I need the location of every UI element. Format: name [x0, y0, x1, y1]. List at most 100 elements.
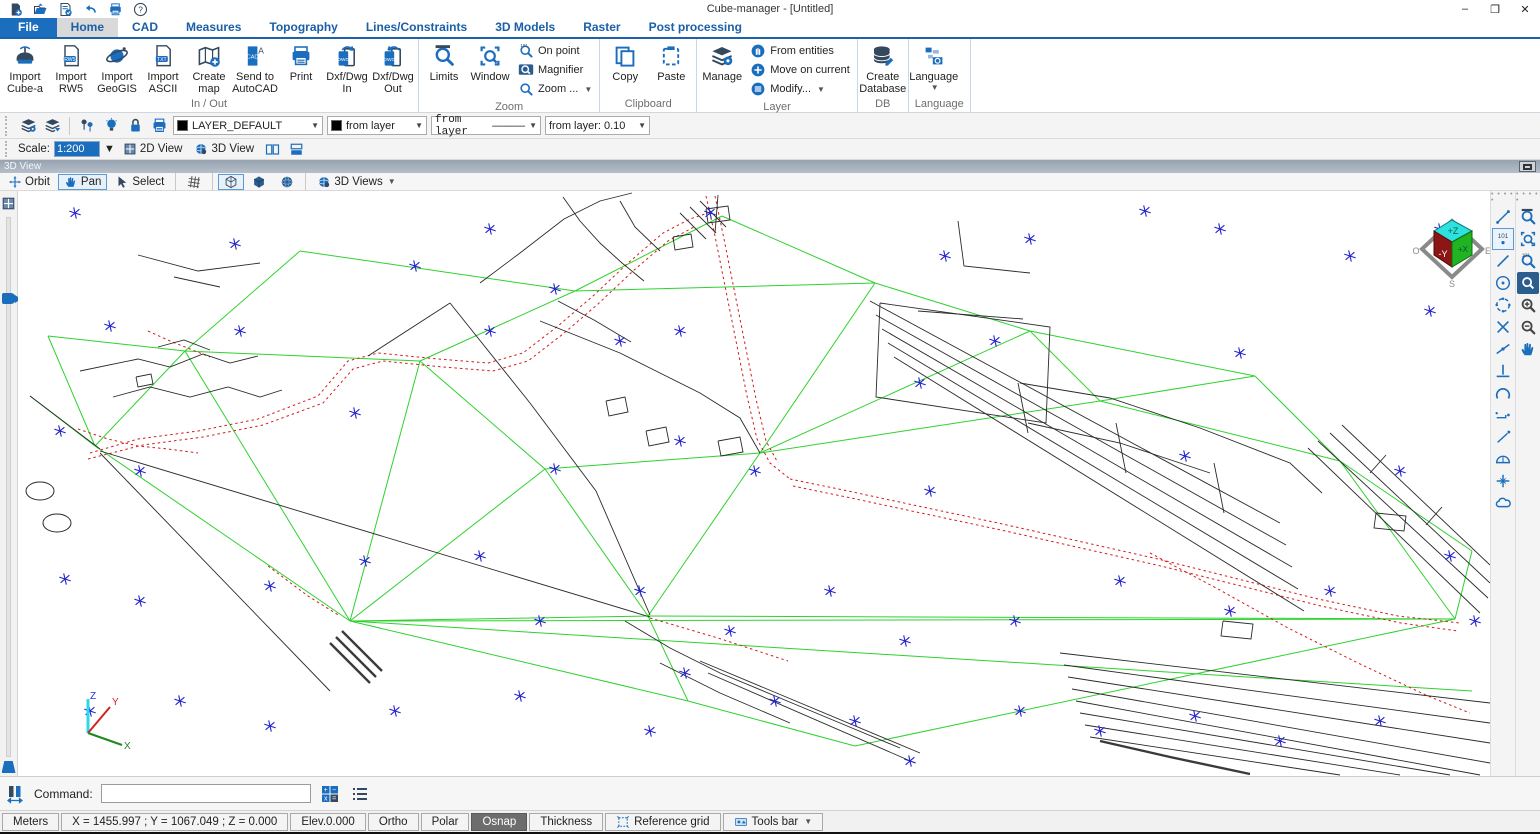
line-tool[interactable] [1492, 250, 1514, 272]
dxf-dwg-out-button[interactable]: DWGDxf/Dwg Out [370, 40, 416, 97]
restore-button[interactable]: ❐ [1480, 0, 1510, 18]
magnifier-button[interactable]: Magnifier [515, 61, 595, 79]
survey-point[interactable] [133, 594, 148, 607]
split-vertical-icon[interactable] [262, 139, 282, 159]
layer-states-icon[interactable] [18, 116, 38, 136]
navigation-cube[interactable]: +Z-Y+XOES [1412, 220, 1490, 289]
open-file-icon[interactable] [33, 2, 48, 17]
caret-down-icon[interactable]: ▼ [104, 143, 115, 155]
survey-point[interactable] [673, 324, 688, 337]
layer-lock-icon[interactable] [125, 116, 145, 136]
survey-point[interactable] [348, 406, 363, 419]
survey-point[interactable] [1323, 584, 1338, 597]
protractor-tool[interactable] [1492, 448, 1514, 470]
osnap-toggle[interactable]: Osnap [471, 813, 527, 831]
tab-raster[interactable]: Raster [569, 17, 634, 37]
grid-settings-icon[interactable] [0, 193, 19, 213]
import-rw5-button[interactable]: RW5Import RW5 [48, 40, 94, 97]
offset-tool[interactable] [1492, 404, 1514, 426]
zoom--button[interactable]: Zoom ...▼ [515, 80, 595, 98]
layer-pins-icon[interactable] [77, 116, 97, 136]
thickness-toggle[interactable]: Thickness [529, 813, 603, 831]
modify--button[interactable]: Modify...▼ [747, 80, 852, 98]
angle-line-tool[interactable] [1492, 426, 1514, 448]
magnifier-button[interactable] [1517, 272, 1539, 294]
save-file-icon[interactable] [58, 2, 73, 17]
survey-point[interactable] [1233, 346, 1248, 359]
crosshair-tool[interactable] [1492, 470, 1514, 492]
zoom-in-button[interactable] [1517, 294, 1539, 316]
survey-point[interactable] [923, 484, 938, 497]
survey-point[interactable] [483, 222, 498, 235]
units-indicator[interactable]: Meters [2, 813, 59, 831]
survey-point[interactable] [68, 206, 83, 219]
coordinates-readout[interactable]: X = 1455.997 ; Y = 1067.049 ; Z = 0.000 [61, 813, 288, 831]
survey-point[interactable] [903, 754, 918, 767]
survey-point[interactable] [483, 324, 498, 337]
survey-point[interactable] [1023, 232, 1038, 245]
command-history-icon[interactable] [349, 783, 371, 805]
cloud-tool[interactable] [1492, 492, 1514, 514]
survey-point[interactable] [263, 719, 278, 732]
zoom-limits-button[interactable] [1517, 206, 1539, 228]
toolbar-grip[interactable] [5, 141, 11, 157]
survey-point[interactable] [748, 464, 763, 477]
cad-drawing[interactable]: +Z-Y+XOESZYX [18, 191, 1490, 776]
layer-visibility-icon[interactable] [101, 116, 121, 136]
tab-measures[interactable]: Measures [172, 17, 255, 37]
on-point-button[interactable]: 101On point [515, 42, 595, 60]
polyline-tool[interactable] [1492, 206, 1514, 228]
toolbar-grip[interactable]: • • • • • [1491, 192, 1515, 204]
select-button[interactable]: Select [109, 174, 170, 190]
toolbar-grip[interactable]: • • • • • [1516, 192, 1540, 204]
tools-bar-menu[interactable]: Tools bar▼ [723, 813, 824, 831]
create-map-button[interactable]: Create map [186, 40, 232, 97]
reference-grid-toggle[interactable]: Reference grid [605, 813, 720, 831]
tab-home[interactable]: Home [57, 17, 118, 37]
elevation-slider-track[interactable] [6, 217, 11, 757]
survey-point[interactable] [613, 334, 628, 347]
calculator-icon[interactable]: +−x= [319, 783, 341, 805]
survey-point[interactable] [388, 704, 403, 717]
undo-icon[interactable] [83, 2, 98, 17]
survey-point[interactable] [83, 704, 98, 717]
survey-point[interactable] [1008, 614, 1023, 627]
elevation-slider-handle[interactable] [2, 293, 16, 304]
move-on-current-button[interactable]: Move on current [747, 61, 852, 79]
create-database-button[interactable]: Create Database [860, 40, 906, 97]
print-button[interactable]: Print [278, 40, 324, 97]
survey-point[interactable] [1113, 574, 1128, 587]
import-cube-a-button[interactable]: Import Cube-a [2, 40, 48, 97]
dxf-dwg-in-button[interactable]: DWGDxf/Dwg In [324, 40, 370, 97]
tab-file[interactable]: File [0, 17, 57, 37]
survey-point[interactable] [988, 334, 1003, 347]
survey-point[interactable] [1468, 614, 1483, 627]
layer-options-icon[interactable] [42, 116, 62, 136]
survey-point[interactable] [898, 634, 913, 647]
survey-point[interactable] [1013, 704, 1028, 717]
survey-point[interactable] [228, 237, 243, 250]
circle-points-tool[interactable] [1492, 294, 1514, 316]
linetype-select[interactable]: from layer———▼ [431, 116, 541, 135]
survey-point[interactable] [643, 724, 658, 737]
help-icon[interactable]: ? [133, 2, 148, 17]
window-button[interactable]: Window [467, 40, 513, 100]
layer-select[interactable]: LAYER_DEFAULT▼ [173, 116, 323, 135]
hidden-line-button[interactable] [246, 174, 272, 190]
close-button[interactable]: ✕ [1510, 0, 1540, 18]
orbit-button[interactable]: Orbit [2, 174, 56, 190]
perpendicular-tool[interactable] [1492, 360, 1514, 382]
survey-point[interactable] [1138, 204, 1153, 217]
new-file-icon[interactable] [8, 2, 23, 17]
cross-tool[interactable] [1492, 316, 1514, 338]
slider-bottom-stop[interactable] [2, 761, 16, 773]
3d-view-button[interactable]: 3D View [190, 141, 258, 157]
language-button[interactable]: Language▼ [911, 40, 957, 97]
command-columns-icon[interactable] [4, 783, 26, 805]
survey-point[interactable] [133, 464, 148, 477]
survey-point[interactable] [408, 259, 423, 272]
minimize-button[interactable]: – [1450, 0, 1480, 18]
survey-point[interactable] [1343, 249, 1358, 262]
point-101-tool[interactable]: 101 [1492, 228, 1514, 250]
copy-button[interactable]: Copy [602, 40, 648, 97]
